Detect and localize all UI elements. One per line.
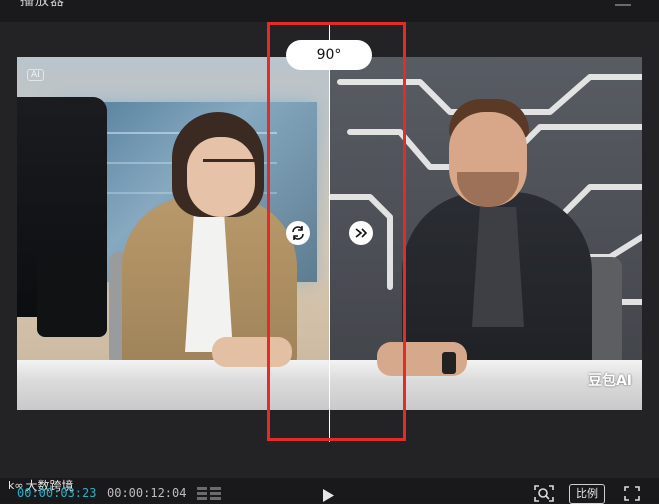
flip-button[interactable] (349, 221, 373, 245)
player-title: 播放器 (20, 0, 65, 9)
flip-icon (355, 228, 368, 238)
rotate-icon (292, 226, 304, 240)
current-time: 00:00:03:23 (17, 486, 97, 500)
rotate-button[interactable] (286, 221, 310, 245)
fullscreen-icon[interactable] (624, 486, 640, 501)
rotation-angle-label: 90° (286, 40, 372, 70)
menu-icon[interactable] (615, 0, 631, 6)
player-header: 播放器 (0, 0, 659, 23)
play-icon[interactable] (322, 489, 334, 502)
list-icon[interactable] (197, 487, 221, 501)
studio-camera (17, 97, 107, 337)
ai-corner-tag: AI (27, 69, 44, 81)
total-time: 00:00:12:04 (107, 486, 187, 500)
watch (442, 352, 456, 374)
zoom-icon[interactable] (534, 485, 554, 502)
doubao-watermark: 豆包AI (587, 373, 632, 389)
man-tshirt (472, 207, 524, 327)
aspect-ratio-button[interactable]: 比例 (569, 484, 605, 504)
glasses (203, 159, 261, 180)
